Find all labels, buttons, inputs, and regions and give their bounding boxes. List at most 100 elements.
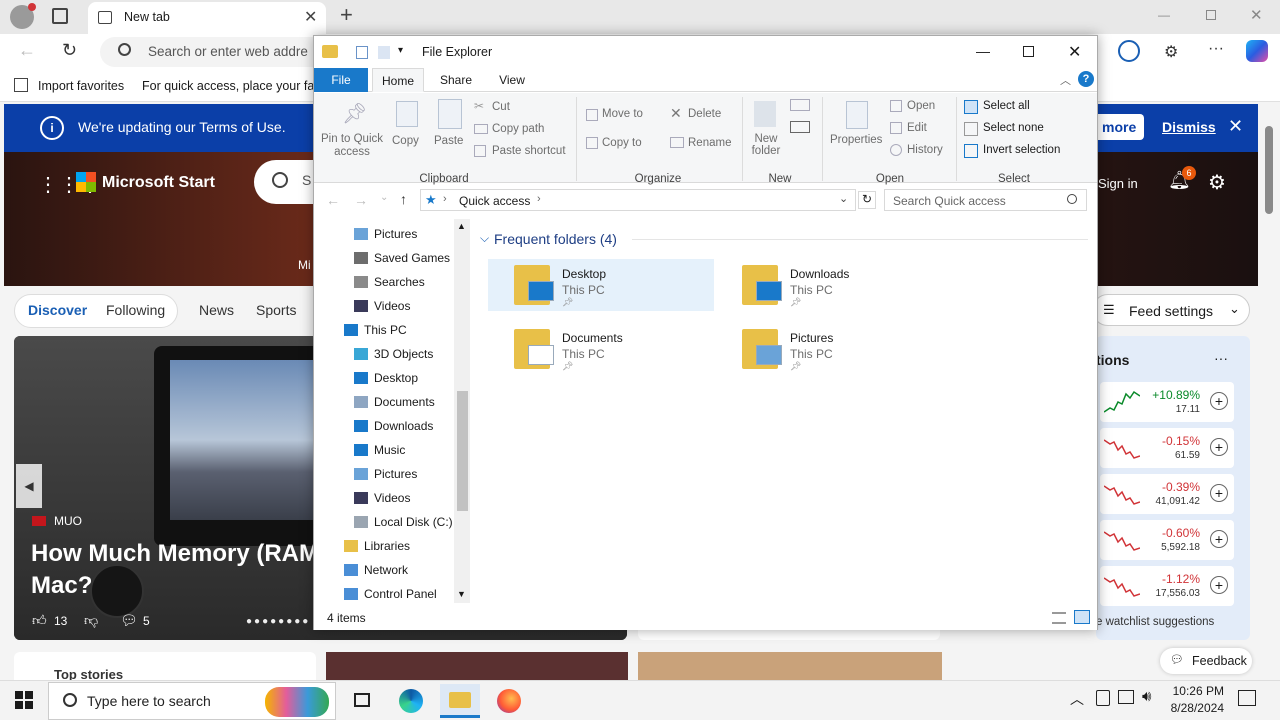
show-hidden-icons[interactable]: ︿ <box>1070 689 1084 709</box>
pin-to-quick-access-button[interactable]: Pin to Quick access <box>320 133 384 159</box>
move-to-button[interactable]: Move to <box>602 108 643 120</box>
restore-browser-icon[interactable] <box>1206 10 1216 20</box>
edge-taskbar-icon[interactable] <box>390 684 430 718</box>
card-headline-line1[interactable]: How Much Memory (RAM <box>31 540 319 568</box>
add-to-watchlist-icon[interactable]: + <box>1210 530 1228 548</box>
nav-item[interactable]: Documents <box>354 391 435 413</box>
rename-button[interactable]: Rename <box>688 137 731 149</box>
feedback-button[interactable]: 💬︎ Feedback <box>1160 648 1252 674</box>
large-icons-view-icon[interactable] <box>1074 610 1090 624</box>
news-card-lower-2[interactable] <box>638 652 942 680</box>
new-folder-button[interactable]: New folder <box>748 133 784 157</box>
volume-icon[interactable]: 🔊︎ <box>1142 688 1151 705</box>
profile-icon[interactable] <box>10 3 36 29</box>
nav-item[interactable]: Pictures <box>354 463 417 485</box>
nav-scroll-thumb[interactable] <box>457 391 468 511</box>
page-scrollbar[interactable] <box>1262 104 1276 676</box>
open-button[interactable]: Open <box>907 100 935 112</box>
nav-item[interactable]: Local Disk (C:) <box>354 511 453 533</box>
watchlist-suggestions-link[interactable]: e watchlist suggestions <box>1096 616 1214 628</box>
qat-customize-icon[interactable]: ▾ <box>398 45 403 56</box>
tab-view[interactable]: View <box>486 68 538 92</box>
details-view-icon[interactable] <box>1052 612 1066 624</box>
section-title[interactable]: Frequent folders (4) <box>494 231 617 247</box>
card-headline-line2[interactable]: Mac? <box>31 572 92 600</box>
path-dropdown-icon[interactable]: ⌄ <box>839 192 848 205</box>
breadcrumb-quick-access[interactable]: Quick access <box>459 194 530 208</box>
new-tab-button[interactable]: + <box>340 2 353 28</box>
tab-news[interactable]: News <box>187 294 246 326</box>
stock-row[interactable]: -0.15% 61.59 + <box>1100 428 1234 468</box>
taskbar-search-box[interactable]: Type here to search <box>48 682 336 720</box>
scroll-up-icon[interactable]: ▲ <box>457 221 466 231</box>
qat-properties-icon[interactable] <box>356 46 368 59</box>
minimize-browser-icon[interactable]: — <box>1158 8 1170 22</box>
tab-actions-icon[interactable] <box>52 8 68 24</box>
watchlist-more-icon[interactable]: ··· <box>1214 350 1228 366</box>
minimize-icon[interactable]: — <box>976 43 990 59</box>
nav-item[interactable]: Searches <box>354 271 425 293</box>
chevron-down-icon[interactable]: ⌵ <box>480 231 489 246</box>
import-favorites-link[interactable]: Import favorites <box>38 79 124 93</box>
help-icon[interactable]: ? <box>1078 71 1094 87</box>
refresh-icon[interactable]: ↻ <box>62 40 77 61</box>
nav-item[interactable]: Videos <box>354 295 410 317</box>
nav-item[interactable]: Downloads <box>354 415 433 437</box>
back-arrow-icon[interactable]: ← <box>326 192 340 208</box>
paste-button[interactable]: Paste <box>434 135 463 147</box>
close-browser-icon[interactable]: ✕ <box>1250 6 1263 24</box>
page-scroll-thumb[interactable] <box>1265 126 1273 214</box>
up-arrow-icon[interactable]: ↑ <box>400 191 407 207</box>
new-item-icon[interactable] <box>790 99 810 111</box>
copy-to-button[interactable]: Copy to <box>602 137 642 149</box>
nav-item[interactable]: Videos <box>354 487 410 509</box>
settings-gear-icon[interactable]: ⚙ <box>1208 170 1226 195</box>
maximize-icon[interactable] <box>1023 46 1034 57</box>
refresh-path-icon[interactable]: ↻ <box>858 191 876 209</box>
path-bar[interactable]: ★ › Quick access › ⌄ <box>420 189 856 211</box>
nav-item[interactable]: 3D Objects <box>354 343 433 365</box>
dislike-icon[interactable]: 👎︎ <box>84 612 98 629</box>
more-menu-icon[interactable]: ··· <box>1208 40 1224 58</box>
start-windows-icon[interactable] <box>15 691 33 709</box>
browser-tab[interactable]: New tab ✕ <box>88 2 326 34</box>
cut-button[interactable]: Cut <box>492 101 510 113</box>
file-explorer-taskbar-icon[interactable] <box>440 684 480 718</box>
like-icon[interactable]: 👍︎ <box>32 612 47 629</box>
tab-following[interactable]: Following <box>94 294 177 326</box>
learn-more-button[interactable]: more <box>1094 114 1145 140</box>
close-tab-icon[interactable]: ✕ <box>304 7 317 27</box>
copy-path-button[interactable]: Copy path <box>492 123 544 135</box>
tab-discover[interactable]: Discover <box>16 294 99 326</box>
close-icon[interactable]: ✕ <box>1068 42 1081 62</box>
copilot-icon[interactable] <box>1246 40 1268 62</box>
tab-file[interactable]: File <box>314 68 368 92</box>
previous-arrow-icon[interactable]: ◀ <box>16 464 42 508</box>
copy-button[interactable]: Copy <box>392 135 419 147</box>
scroll-down-icon[interactable]: ▼ <box>457 589 466 599</box>
stock-row[interactable]: -0.39% 41,091.42 + <box>1100 474 1234 514</box>
news-card-lower-1[interactable] <box>326 652 628 680</box>
stock-row[interactable]: -1.12% 17,556.03 + <box>1100 566 1234 606</box>
qat-new-folder-icon[interactable] <box>378 46 390 59</box>
properties-button[interactable]: Properties <box>830 134 882 146</box>
dismiss-link[interactable]: Dismiss <box>1162 119 1216 135</box>
comments-icon[interactable]: 💬︎ <box>120 612 138 629</box>
clock-date[interactable]: 8/28/2024 <box>1160 701 1224 715</box>
back-icon[interactable]: ← <box>18 40 36 61</box>
invert-selection-button[interactable]: Invert selection <box>983 144 1060 156</box>
forward-arrow-icon[interactable]: → <box>354 192 368 208</box>
nav-item[interactable]: Libraries <box>344 535 410 557</box>
firefox-taskbar-icon[interactable] <box>488 684 528 718</box>
nav-item[interactable]: Pictures <box>354 223 417 245</box>
folder-tile[interactable]: Pictures This PC 📌︎ <box>716 323 942 375</box>
downloads-icon[interactable] <box>1118 40 1140 62</box>
sign-in-button[interactable]: Sign in <box>1098 176 1138 191</box>
select-all-button[interactable]: Select all <box>983 100 1030 112</box>
tab-home[interactable]: Home <box>372 68 424 92</box>
recent-locations-icon[interactable]: ⌄ <box>380 192 388 203</box>
add-to-watchlist-icon[interactable]: + <box>1210 576 1228 594</box>
tab-sports[interactable]: Sports <box>244 294 308 326</box>
clock-time[interactable]: 10:26 PM <box>1170 684 1224 698</box>
stock-row[interactable]: -0.60% 5,592.18 + <box>1100 520 1234 560</box>
